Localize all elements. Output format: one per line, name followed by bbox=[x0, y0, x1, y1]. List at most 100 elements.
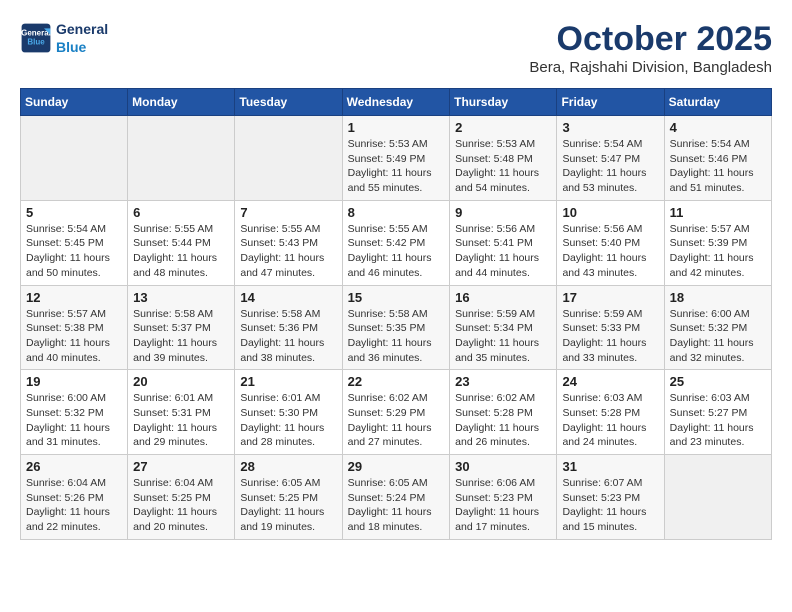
col-header-monday: Monday bbox=[128, 89, 235, 116]
day-number: 30 bbox=[455, 459, 551, 474]
day-number: 27 bbox=[133, 459, 229, 474]
day-info: Sunrise: 6:03 AM Sunset: 5:27 PM Dayligh… bbox=[670, 391, 766, 450]
page-header: General Blue General Blue October 2025 B… bbox=[20, 20, 772, 76]
calendar-cell: 3Sunrise: 5:54 AM Sunset: 5:47 PM Daylig… bbox=[557, 116, 664, 201]
calendar-cell: 26Sunrise: 6:04 AM Sunset: 5:26 PM Dayli… bbox=[21, 455, 128, 540]
calendar-cell: 12 Sunrise: 5:57 AM Sunset: 5:38 PM Dayli… bbox=[21, 285, 128, 370]
day-info: Sunrise: 5:55 AM Sunset: 5:42 PM Dayligh… bbox=[348, 222, 445, 281]
calendar-cell: 8 Sunrise: 5:55 AM Sunset: 5:42 PM Daylig… bbox=[342, 200, 450, 285]
calendar-cell: 17Sunrise: 5:59 AM Sunset: 5:33 PM Dayli… bbox=[557, 285, 664, 370]
calendar-cell: 1 Sunrise: 5:53 AM Sunset: 5:49 PM Daylig… bbox=[342, 116, 450, 201]
col-header-friday: Friday bbox=[557, 89, 664, 116]
week-row-2: 5 Sunrise: 5:54 AM Sunset: 5:45 PM Daylig… bbox=[21, 200, 772, 285]
calendar-cell: 28Sunrise: 6:05 AM Sunset: 5:25 PM Dayli… bbox=[235, 455, 342, 540]
day-number: 2 bbox=[455, 120, 551, 135]
day-number: 13 bbox=[133, 290, 229, 305]
day-info: Sunrise: 5:57 AM Sunset: 5:38 PM Dayligh… bbox=[26, 307, 122, 366]
calendar-cell: 22 Sunrise: 6:02 AM Sunset: 5:29 PM Dayli… bbox=[342, 370, 450, 455]
day-info: Sunrise: 5:54 AM Sunset: 5:45 PM Dayligh… bbox=[26, 222, 122, 281]
day-number: 17 bbox=[562, 290, 658, 305]
day-info: Sunrise: 5:59 AM Sunset: 5:34 PM Dayligh… bbox=[455, 307, 551, 366]
day-info: Sunrise: 6:02 AM Sunset: 5:28 PM Dayligh… bbox=[455, 391, 551, 450]
day-info: Sunrise: 6:01 AM Sunset: 5:31 PM Dayligh… bbox=[133, 391, 229, 450]
day-number: 5 bbox=[26, 205, 122, 220]
day-info: Sunrise: 5:55 AM Sunset: 5:44 PM Dayligh… bbox=[133, 222, 229, 281]
day-number: 7 bbox=[240, 205, 336, 220]
calendar-cell: 2 Sunrise: 5:53 AM Sunset: 5:48 PM Daylig… bbox=[450, 116, 557, 201]
logo-text-general: General bbox=[56, 20, 108, 38]
col-header-sunday: Sunday bbox=[21, 89, 128, 116]
day-number: 1 bbox=[348, 120, 445, 135]
day-info: Sunrise: 6:05 AM Sunset: 5:24 PM Dayligh… bbox=[348, 476, 445, 535]
day-number: 31 bbox=[562, 459, 658, 474]
calendar-cell: 19 Sunrise: 6:00 AM Sunset: 5:32 PM Dayli… bbox=[21, 370, 128, 455]
day-info: Sunrise: 6:06 AM Sunset: 5:23 PM Dayligh… bbox=[455, 476, 551, 535]
calendar-table: SundayMondayTuesdayWednesdayThursdayFrid… bbox=[20, 88, 772, 540]
logo: General Blue General Blue bbox=[20, 20, 108, 56]
location-subtitle: Bera, Rajshahi Division, Bangladesh bbox=[529, 59, 772, 76]
day-number: 28 bbox=[240, 459, 336, 474]
day-number: 6 bbox=[133, 205, 229, 220]
calendar-cell: 7 Sunrise: 5:55 AM Sunset: 5:43 PM Daylig… bbox=[235, 200, 342, 285]
day-info: Sunrise: 6:01 AM Sunset: 5:30 PM Dayligh… bbox=[240, 391, 336, 450]
day-info: Sunrise: 5:57 AM Sunset: 5:39 PM Dayligh… bbox=[670, 222, 766, 281]
calendar-cell: 4 Sunrise: 5:54 AM Sunset: 5:46 PM Daylig… bbox=[664, 116, 771, 201]
calendar-cell: 21 Sunrise: 6:01 AM Sunset: 5:30 PM Dayli… bbox=[235, 370, 342, 455]
day-info: Sunrise: 5:56 AM Sunset: 5:40 PM Dayligh… bbox=[562, 222, 658, 281]
day-info: Sunrise: 6:07 AM Sunset: 5:23 PM Dayligh… bbox=[562, 476, 658, 535]
day-number: 18 bbox=[670, 290, 766, 305]
calendar-cell: 9Sunrise: 5:56 AM Sunset: 5:41 PM Daylig… bbox=[450, 200, 557, 285]
day-number: 20 bbox=[133, 374, 229, 389]
day-info: Sunrise: 6:04 AM Sunset: 5:25 PM Dayligh… bbox=[133, 476, 229, 535]
day-info: Sunrise: 6:00 AM Sunset: 5:32 PM Dayligh… bbox=[26, 391, 122, 450]
logo-text-blue: Blue bbox=[56, 38, 108, 56]
day-info: Sunrise: 6:04 AM Sunset: 5:26 PM Dayligh… bbox=[26, 476, 122, 535]
day-info: Sunrise: 5:58 AM Sunset: 5:35 PM Dayligh… bbox=[348, 307, 445, 366]
day-number: 19 bbox=[26, 374, 122, 389]
calendar-cell bbox=[128, 116, 235, 201]
month-title: October 2025 bbox=[529, 20, 772, 59]
calendar-cell: 27 Sunrise: 6:04 AM Sunset: 5:25 PM Dayli… bbox=[128, 455, 235, 540]
day-number: 25 bbox=[670, 374, 766, 389]
calendar-cell: 15Sunrise: 5:58 AM Sunset: 5:35 PM Dayli… bbox=[342, 285, 450, 370]
calendar-cell: 24Sunrise: 6:03 AM Sunset: 5:28 PM Dayli… bbox=[557, 370, 664, 455]
calendar-cell: 16 Sunrise: 5:59 AM Sunset: 5:34 PM Dayli… bbox=[450, 285, 557, 370]
day-number: 22 bbox=[348, 374, 445, 389]
day-number: 16 bbox=[455, 290, 551, 305]
day-info: Sunrise: 5:54 AM Sunset: 5:46 PM Dayligh… bbox=[670, 137, 766, 196]
day-number: 3 bbox=[562, 120, 658, 135]
calendar-cell: 29 Sunrise: 6:05 AM Sunset: 5:24 PM Dayli… bbox=[342, 455, 450, 540]
svg-text:Blue: Blue bbox=[27, 38, 45, 47]
calendar-cell: 25 Sunrise: 6:03 AM Sunset: 5:27 PM Dayli… bbox=[664, 370, 771, 455]
calendar-cell: 31 Sunrise: 6:07 AM Sunset: 5:23 PM Dayli… bbox=[557, 455, 664, 540]
day-number: 29 bbox=[348, 459, 445, 474]
day-number: 8 bbox=[348, 205, 445, 220]
calendar-cell: 5 Sunrise: 5:54 AM Sunset: 5:45 PM Daylig… bbox=[21, 200, 128, 285]
day-info: Sunrise: 6:03 AM Sunset: 5:28 PM Dayligh… bbox=[562, 391, 658, 450]
calendar-cell: 11 Sunrise: 5:57 AM Sunset: 5:39 PM Dayli… bbox=[664, 200, 771, 285]
day-info: Sunrise: 6:00 AM Sunset: 5:32 PM Dayligh… bbox=[670, 307, 766, 366]
calendar-cell: 23Sunrise: 6:02 AM Sunset: 5:28 PM Dayli… bbox=[450, 370, 557, 455]
day-info: Sunrise: 5:53 AM Sunset: 5:48 PM Dayligh… bbox=[455, 137, 551, 196]
day-number: 4 bbox=[670, 120, 766, 135]
day-info: Sunrise: 5:55 AM Sunset: 5:43 PM Dayligh… bbox=[240, 222, 336, 281]
day-number: 21 bbox=[240, 374, 336, 389]
calendar-cell: 30 Sunrise: 6:06 AM Sunset: 5:23 PM Dayli… bbox=[450, 455, 557, 540]
day-number: 11 bbox=[670, 205, 766, 220]
day-info: Sunrise: 5:58 AM Sunset: 5:37 PM Dayligh… bbox=[133, 307, 229, 366]
calendar-cell bbox=[235, 116, 342, 201]
week-row-4: 19 Sunrise: 6:00 AM Sunset: 5:32 PM Dayli… bbox=[21, 370, 772, 455]
col-header-wednesday: Wednesday bbox=[342, 89, 450, 116]
day-number: 12 bbox=[26, 290, 122, 305]
calendar-cell: 6 Sunrise: 5:55 AM Sunset: 5:44 PM Daylig… bbox=[128, 200, 235, 285]
day-info: Sunrise: 5:53 AM Sunset: 5:49 PM Dayligh… bbox=[348, 137, 445, 196]
day-number: 14 bbox=[240, 290, 336, 305]
calendar-header: SundayMondayTuesdayWednesdayThursdayFrid… bbox=[21, 89, 772, 116]
calendar-cell bbox=[21, 116, 128, 201]
calendar-cell: 13 Sunrise: 5:58 AM Sunset: 5:37 PM Dayli… bbox=[128, 285, 235, 370]
week-row-1: 1 Sunrise: 5:53 AM Sunset: 5:49 PM Daylig… bbox=[21, 116, 772, 201]
col-header-thursday: Thursday bbox=[450, 89, 557, 116]
logo-icon: General Blue bbox=[20, 22, 52, 54]
day-info: Sunrise: 6:02 AM Sunset: 5:29 PM Dayligh… bbox=[348, 391, 445, 450]
week-row-5: 26Sunrise: 6:04 AM Sunset: 5:26 PM Dayli… bbox=[21, 455, 772, 540]
